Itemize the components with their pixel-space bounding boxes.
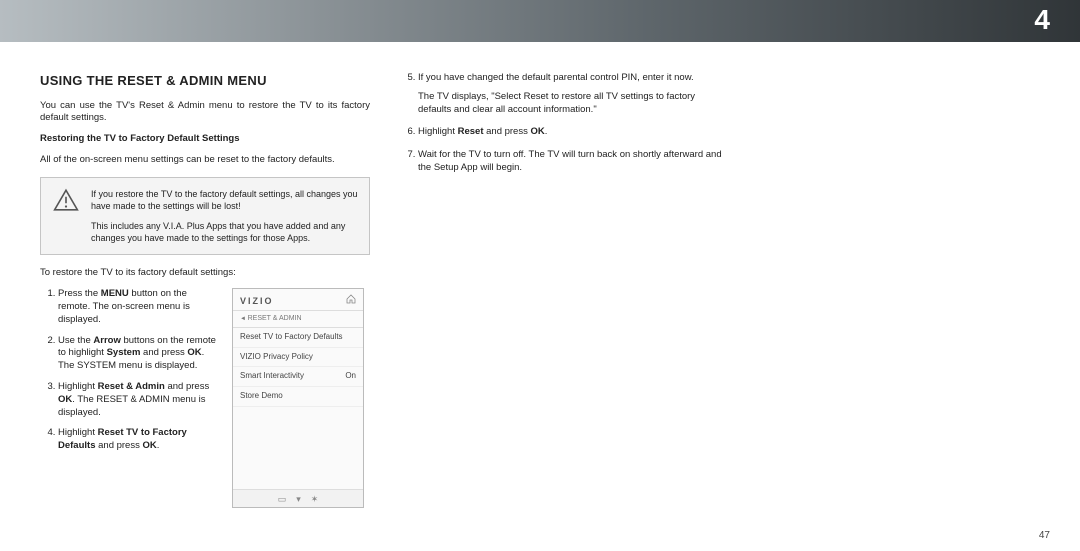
step-5: If you have changed the default parental…: [418, 72, 730, 116]
tv-brand: VIZIO: [240, 295, 274, 307]
chapter-banner: 4: [0, 0, 1080, 42]
chapter-number: 4: [1034, 4, 1050, 36]
warning-text-1: If you restore the TV to the factory def…: [91, 188, 359, 212]
step-7: Wait for the TV to turn off. The TV will…: [418, 149, 730, 175]
tv-input-icon: ▾: [296, 493, 301, 505]
column-1: USING THE RESET & ADMIN MENU You can use…: [40, 72, 370, 508]
step-6: Highlight Reset and press OK.: [418, 126, 730, 139]
step-4: Highlight Reset TV to Factory Defaults a…: [58, 427, 220, 453]
warning-icon: [53, 188, 79, 212]
steps-text: Press the MENU button on the remote. The…: [40, 288, 220, 461]
home-icon: [346, 294, 356, 307]
tv-bottom-icons: ▭ ▾ ✶: [233, 489, 363, 507]
warning-text-2: This includes any V.I.A. Plus Apps that …: [91, 220, 359, 244]
tv-wide-icon: ▭: [278, 493, 287, 505]
page-number: 47: [1039, 530, 1050, 541]
warning-box: If you restore the TV to the factory def…: [40, 177, 370, 256]
tv-menu-figure: VIZIO RESET & ADMIN Reset TV to Factory …: [232, 288, 364, 508]
steps-list-continued: If you have changed the default parental…: [400, 72, 730, 175]
steps-list: Press the MENU button on the remote. The…: [40, 288, 220, 453]
tv-row-smart: Smart InteractivityOn: [233, 367, 363, 387]
restore-intro: To restore the TV to its factory default…: [40, 267, 370, 280]
subsection-heading: Restoring the TV to Factory Default Sett…: [40, 133, 370, 146]
section-heading: USING THE RESET & ADMIN MENU: [40, 72, 370, 90]
tv-settings-icon: ✶: [311, 493, 319, 505]
steps-and-menu: Press the MENU button on the remote. The…: [40, 288, 370, 508]
subsection-text: All of the on-screen menu settings can b…: [40, 154, 370, 167]
tv-menu-header: VIZIO: [233, 289, 363, 311]
column-2: If you have changed the default parental…: [400, 72, 730, 508]
tv-row-demo: Store Demo: [233, 387, 363, 407]
intro-text: You can use the TV's Reset & Admin menu …: [40, 100, 370, 126]
tv-breadcrumb: RESET & ADMIN: [233, 311, 363, 327]
page-content: USING THE RESET & ADMIN MENU You can use…: [40, 72, 1040, 508]
step-3: Highlight Reset & Admin and press OK. Th…: [58, 381, 220, 419]
tv-row-reset: Reset TV to Factory Defaults: [233, 328, 363, 348]
step-2: Use the Arrow buttons on the remote to h…: [58, 335, 220, 373]
tv-row-privacy: VIZIO Privacy Policy: [233, 348, 363, 368]
step-1: Press the MENU button on the remote. The…: [58, 288, 220, 326]
